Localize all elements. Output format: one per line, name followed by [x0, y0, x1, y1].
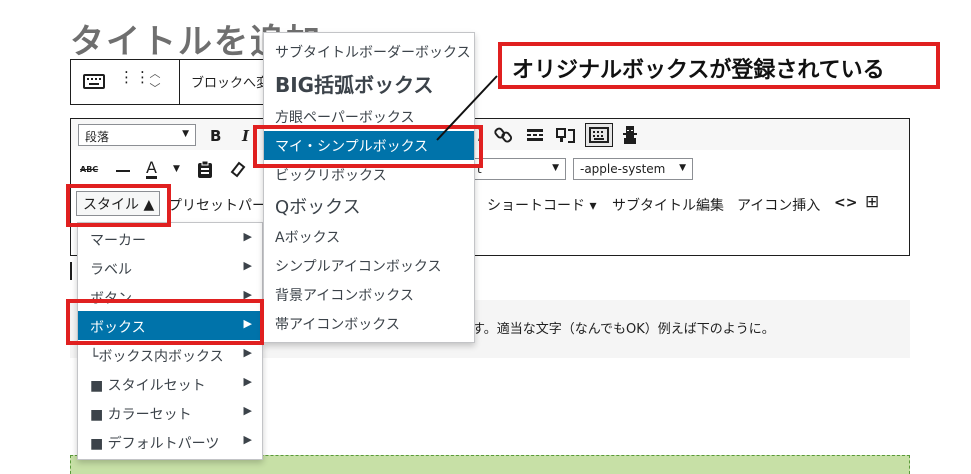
annotation-pointer-line: [436, 75, 498, 141]
